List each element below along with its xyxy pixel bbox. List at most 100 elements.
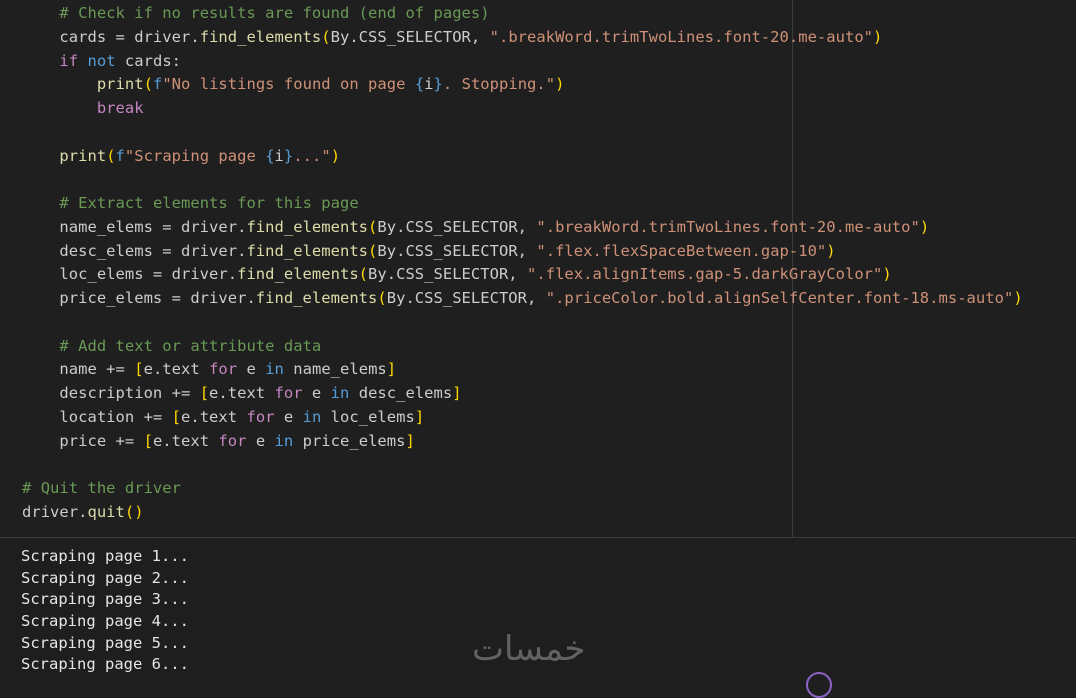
- code-token: price +=: [22, 431, 144, 450]
- code-token: }: [283, 146, 294, 165]
- code-line: location += [e.text for e in loc_elems]: [22, 406, 1023, 430]
- code-token: ): [330, 146, 341, 165]
- code-token: location +=: [22, 407, 172, 426]
- code-token: e.text: [143, 360, 210, 379]
- code-token: [: [199, 384, 210, 402]
- code-token: By.CSS_SELECTOR,: [330, 27, 490, 46]
- code-token: e: [302, 384, 331, 402]
- code-token: ): [555, 75, 565, 94]
- code-token: print: [96, 75, 144, 94]
- code-token: ): [919, 217, 930, 236]
- code-line: price += [e.text for e in price_elems]: [22, 430, 1023, 454]
- output-line: Scraping page 2...: [21, 568, 189, 587]
- code-token: description +=: [22, 384, 200, 402]
- code-token: not: [87, 51, 116, 70]
- code-token: ".flex.flexSpaceBetween.gap-10": [536, 241, 827, 260]
- code-token: f: [115, 146, 125, 165]
- code-line: if not cards:: [22, 50, 1023, 74]
- output-line: Scraping page 4...: [21, 612, 189, 631]
- code-token: i: [424, 75, 434, 94]
- code-token: in: [330, 384, 350, 402]
- code-token: (: [358, 265, 369, 284]
- code-token: desc_elems: [349, 384, 453, 402]
- code-token: {: [265, 146, 275, 165]
- code-token: if: [59, 51, 79, 70]
- code-token: # Add text or attribute data: [59, 336, 322, 355]
- code-token: ): [873, 27, 883, 46]
- code-token: (: [368, 241, 378, 260]
- code-token: f: [152, 75, 163, 94]
- code-token: }: [433, 75, 443, 94]
- output-line: Scraping page 1...: [21, 547, 189, 565]
- code-token: e: [274, 407, 303, 426]
- code-token: "No listings found on page: [162, 75, 415, 94]
- code-token: ".breakWord.trimTwoLines.font-20.me-auto…: [536, 217, 920, 236]
- code-token: ".priceColor.bold.alignSelfCenter.font-1…: [545, 289, 1014, 307]
- code-line: # Add text or attribute data: [22, 335, 1023, 359]
- code-token: # Quit the driver: [22, 479, 181, 497]
- code-token: # Check if no results are found (end of …: [59, 4, 490, 22]
- code-line: name_elems = driver.find_elements(By.CSS…: [22, 216, 1023, 240]
- code-token: (: [124, 502, 135, 521]
- output-line: Scraping page 6...: [21, 655, 189, 674]
- code-token: By.CSS_SELECTOR,: [377, 217, 537, 236]
- code-token: (: [143, 75, 153, 94]
- code-line: cards = driver.find_elements(By.CSS_SELE…: [22, 26, 1023, 50]
- code-token: find_elements: [199, 27, 322, 46]
- code-line: driver.quit(): [22, 501, 1023, 525]
- code-token: quit: [87, 502, 125, 521]
- code-token: ]: [386, 360, 397, 379]
- code-line: price_elems = driver.find_elements(By.CS…: [22, 287, 1023, 311]
- code-token: name +=: [22, 360, 135, 379]
- code-token: ]: [405, 431, 415, 450]
- code-token: driver.: [22, 502, 88, 521]
- avatar-icon: [806, 672, 832, 698]
- code-line: desc_elems = driver.find_elements(By.CSS…: [22, 240, 1023, 264]
- code-token: cards:: [115, 51, 182, 70]
- code-token: By.CSS_SELECTOR,: [377, 241, 537, 260]
- code-token: (: [368, 217, 378, 236]
- code-token: {: [414, 75, 425, 94]
- code-token: in: [274, 431, 294, 450]
- code-token: for: [246, 407, 275, 426]
- code-line: break: [22, 97, 1023, 121]
- code-token: (: [321, 27, 331, 46]
- code-token: ): [134, 502, 144, 521]
- code-line: print(f"No listings found on page {i}. S…: [22, 73, 1023, 97]
- code-line: # Quit the driver: [22, 477, 1023, 501]
- code-token: cards = driver.: [22, 27, 200, 46]
- code-token: find_elements: [246, 241, 369, 260]
- code-token: By.CSS_SELECTOR,: [368, 265, 528, 284]
- code-line: # Check if no results are found (end of …: [22, 2, 1023, 26]
- code-token: price_elems = driver.: [22, 289, 256, 307]
- code-line: description += [e.text for e in desc_ele…: [22, 382, 1023, 406]
- code-token: (: [377, 289, 387, 307]
- code-line: name += [e.text for e in name_elems]: [22, 358, 1023, 382]
- code-token: e: [237, 360, 266, 379]
- code-token: find_elements: [255, 289, 378, 307]
- code-token: # Extract elements for this page: [59, 194, 359, 212]
- code-token: "Scraping page: [124, 146, 266, 165]
- code-line: print(f"Scraping page {i}..."): [22, 145, 1023, 169]
- code-editor[interactable]: # Check if no results are found (end of …: [0, 0, 1076, 537]
- code-lines: # Check if no results are found (end of …: [22, 2, 1023, 525]
- code-token: ...": [293, 146, 331, 165]
- code-token: for: [209, 360, 238, 379]
- output-lines: Scraping page 1... Scraping page 2... Scra…: [21, 546, 189, 676]
- code-token: ): [826, 241, 836, 260]
- code-token: in: [302, 407, 322, 426]
- output-line: Scraping page 5...: [21, 633, 189, 652]
- code-token: loc_elems = driver.: [22, 265, 238, 284]
- code-token: loc_elems: [321, 407, 415, 426]
- code-token: name_elems: [283, 360, 387, 379]
- code-token: e: [246, 431, 275, 450]
- code-token: ): [882, 265, 892, 284]
- code-token: for: [274, 384, 303, 402]
- code-token: in: [265, 360, 284, 379]
